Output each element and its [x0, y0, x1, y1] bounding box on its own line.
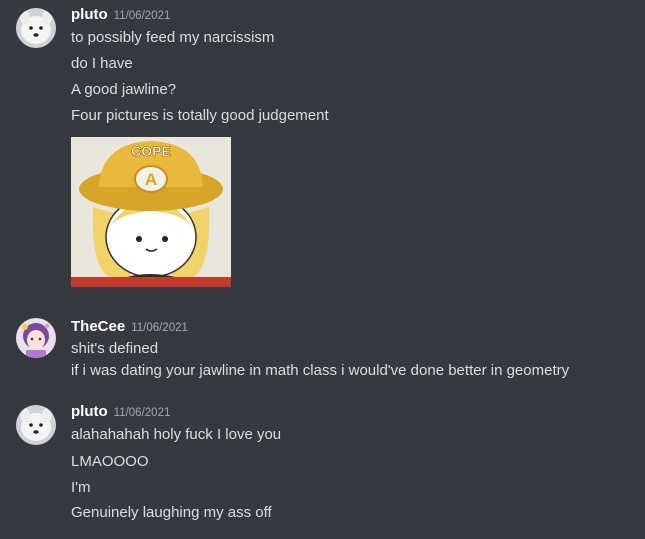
message-text: if i was dating your jawline in math cla…: [71, 362, 570, 379]
message-text: LMAOOOO: [71, 453, 149, 470]
message-text: A good jawline?: [71, 81, 177, 98]
timestamp: 11/06/2021: [113, 407, 171, 419]
message-header: pluto 11/06/2021: [71, 6, 170, 26]
hat-emblem-letter: A: [145, 170, 157, 189]
message-header: pluto 11/06/2021: [71, 403, 170, 423]
message-text: do I have: [71, 55, 133, 72]
message-text: to possibly feed my narcissism: [71, 29, 275, 46]
message-header: TheCee 11/06/2021: [71, 318, 188, 338]
username[interactable]: pluto: [71, 6, 108, 23]
message-text: Four pictures is totally good judgement: [71, 107, 329, 124]
timestamp: 11/06/2021: [131, 322, 188, 334]
message-text: alahahahah holy fuck I love you: [71, 426, 282, 443]
avatar[interactable]: [16, 318, 56, 358]
timestamp: 11/06/2021: [113, 10, 171, 22]
dog-avatar-icon: [16, 8, 56, 48]
username[interactable]: pluto: [71, 403, 108, 420]
message-text: shit's defined: [71, 340, 159, 357]
dog-avatar-icon: [16, 405, 56, 445]
image-caption-text: COPE: [131, 143, 171, 159]
anime-girl-cope-hat-image: A COPE: [71, 137, 231, 287]
message-text: Genuinely laughing my ass off: [71, 504, 272, 521]
anime-avatar-icon: [16, 318, 56, 358]
message-text: I'm: [71, 479, 91, 496]
username[interactable]: TheCee: [71, 318, 125, 335]
image-attachment[interactable]: A COPE: [71, 137, 231, 287]
avatar[interactable]: [16, 405, 56, 445]
avatar[interactable]: [16, 8, 56, 48]
